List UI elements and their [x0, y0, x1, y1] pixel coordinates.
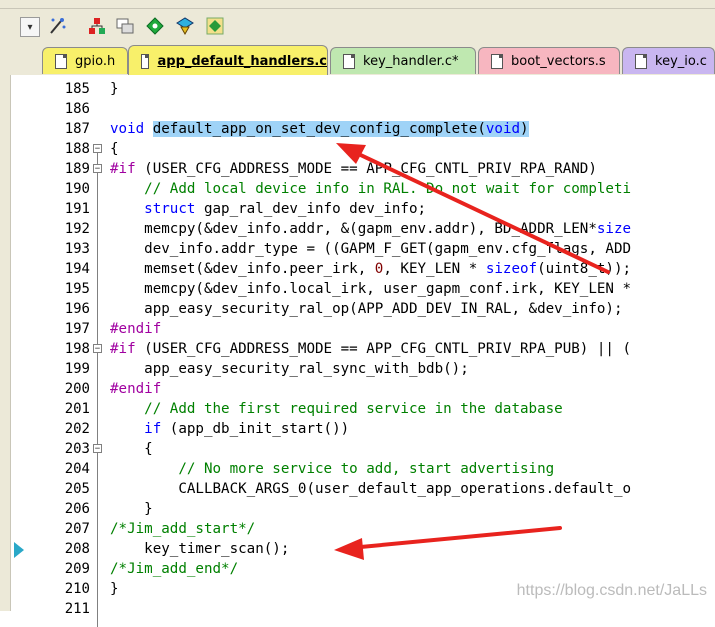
- annotation-arrows: [334, 143, 610, 560]
- arrow-to-key-timer-scan: [334, 526, 562, 560]
- watermark: https://blog.csdn.net/JaLLs: [516, 582, 707, 599]
- arrow-to-function: [336, 143, 610, 274]
